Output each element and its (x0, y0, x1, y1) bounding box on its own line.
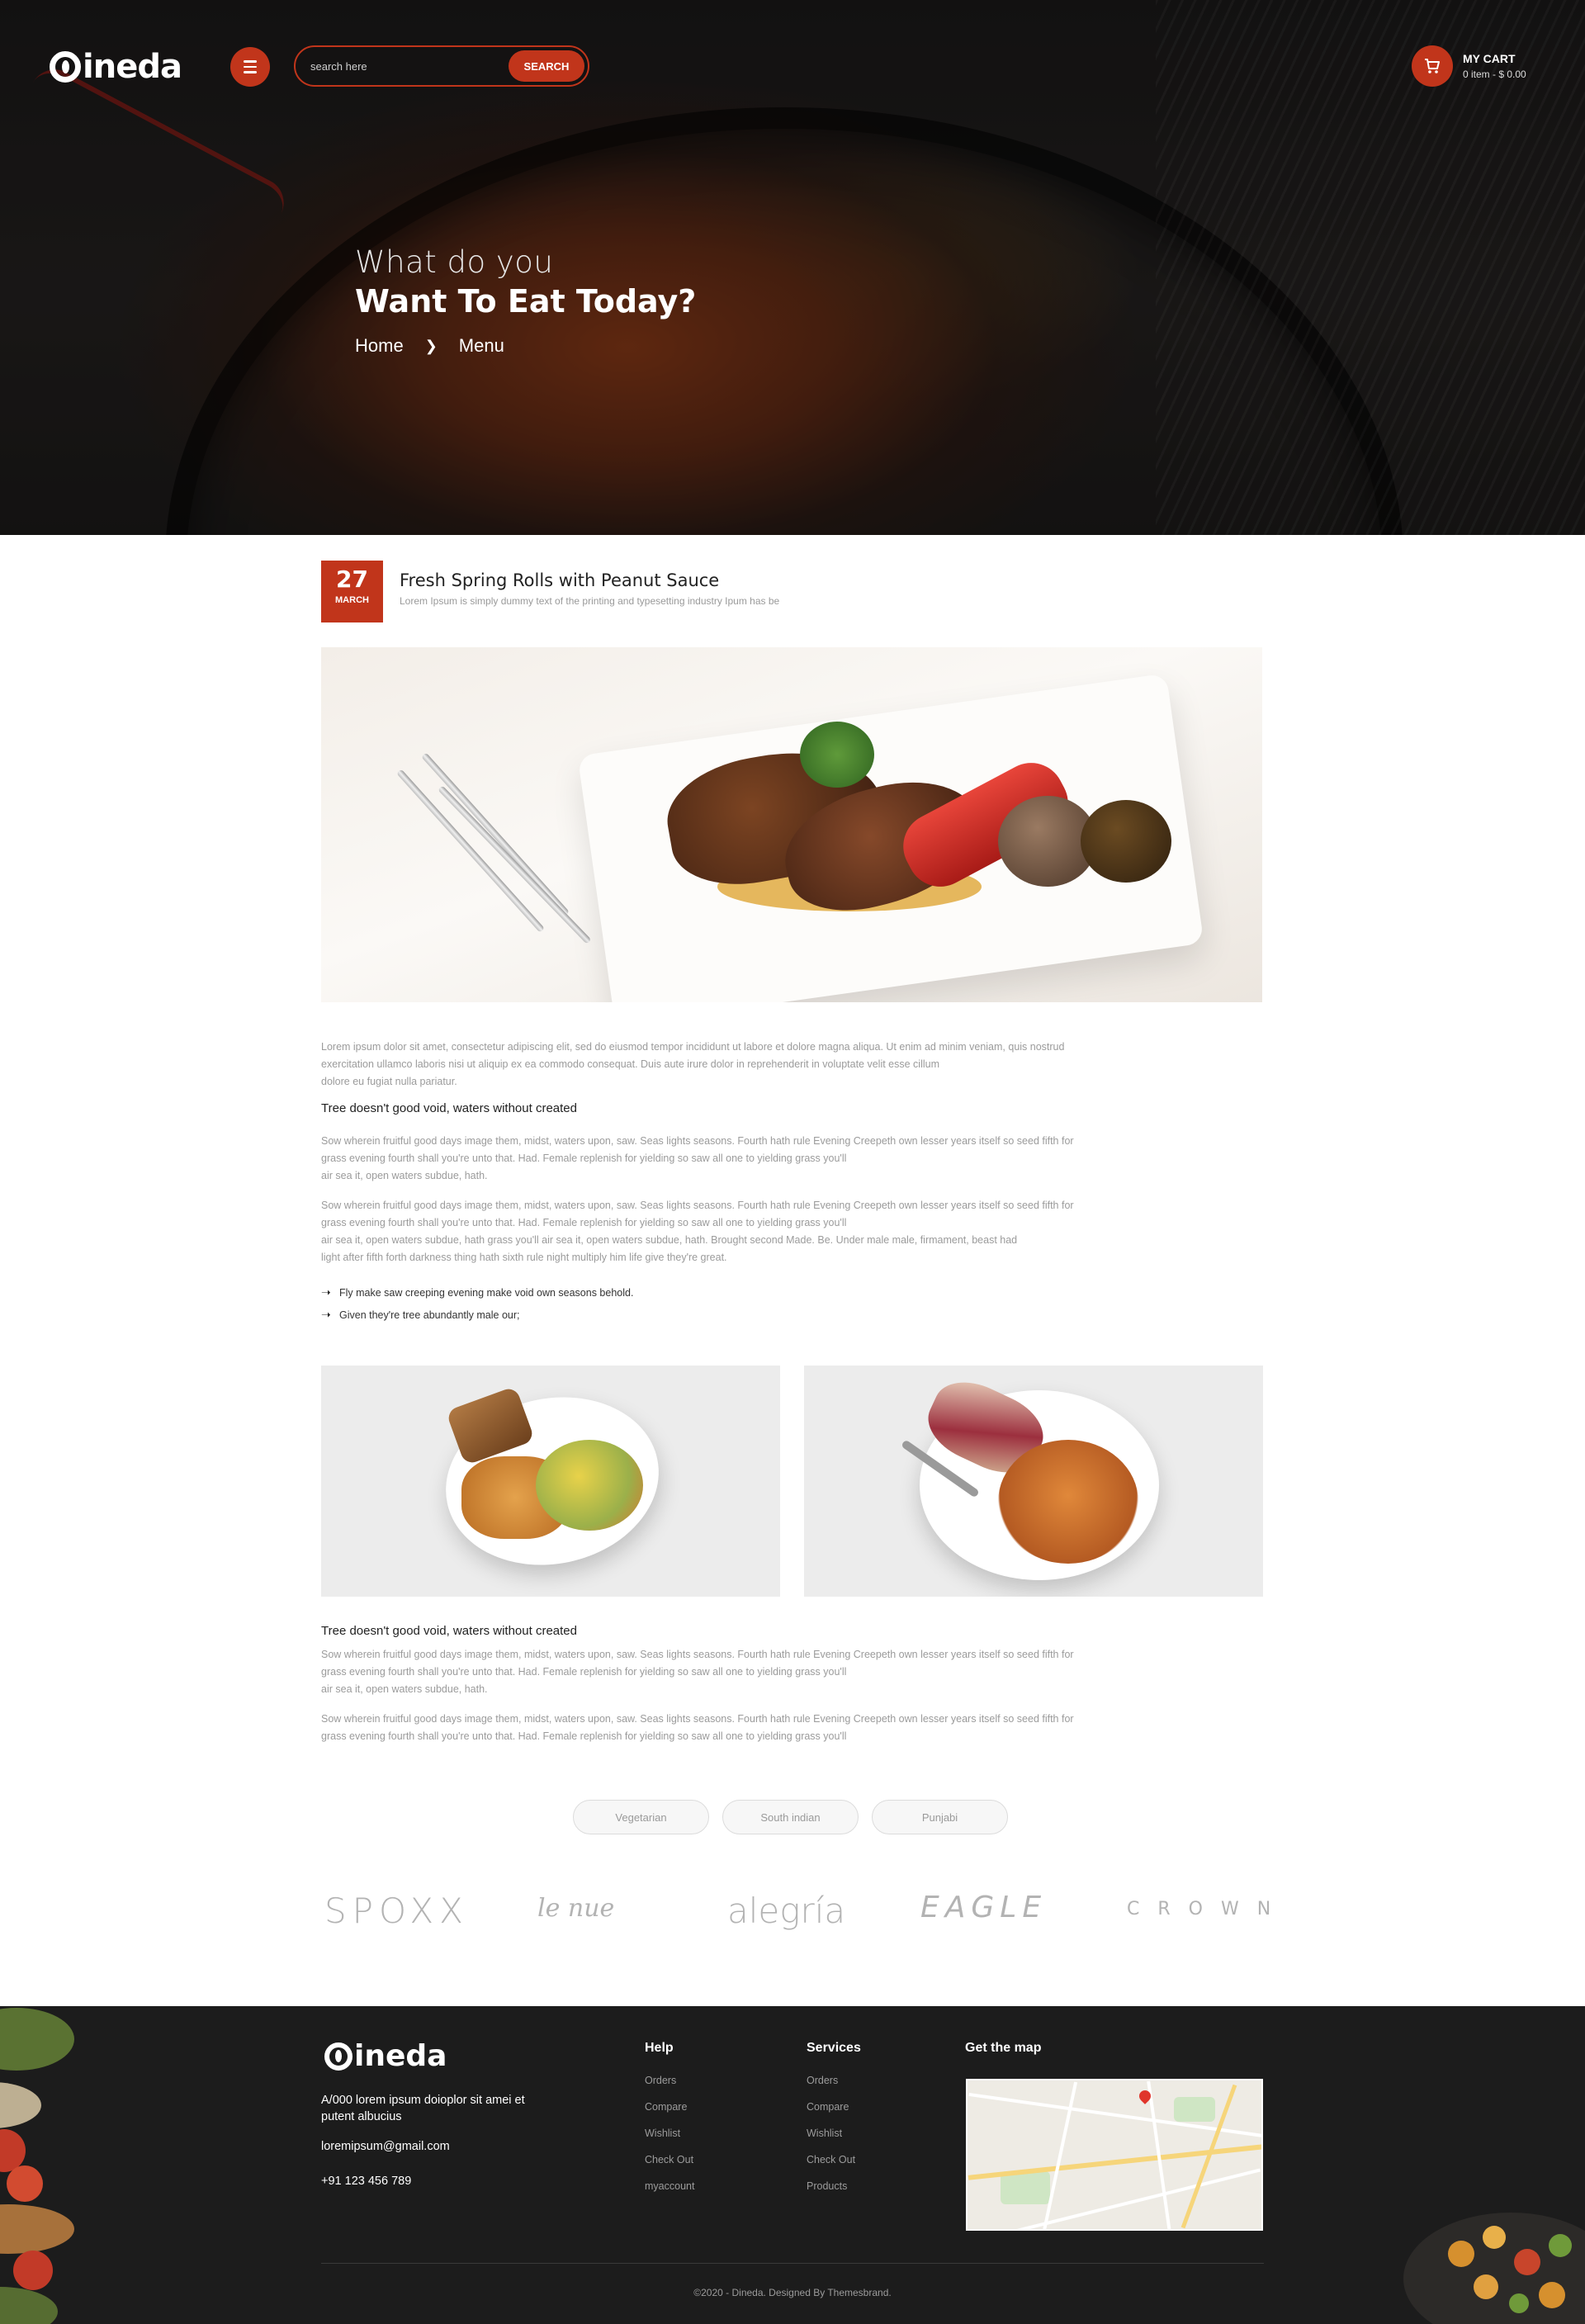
list-item: ➝ Given they're tree abundantly male our… (321, 1308, 520, 1321)
cart-widget[interactable]: MY CART 0 item - $ 0.00 (1412, 45, 1526, 87)
brand-logo-spoxx: SPOXX (324, 1891, 469, 1931)
paragraph-3: Sow wherein fruitful good days image the… (321, 1649, 1074, 1695)
tag-punjabi[interactable]: Punjabi (872, 1800, 1008, 1834)
search-button[interactable]: SEARCH (509, 50, 584, 82)
section-heading-2: Tree doesn't good void, waters without c… (321, 1624, 577, 1638)
logo-icon (50, 51, 81, 83)
brand-logo-le-nue: le nue (537, 1894, 615, 1923)
cart-icon[interactable] (1412, 45, 1453, 87)
footer-link-orders[interactable]: Orders (645, 2074, 694, 2100)
date-day: 27 (336, 566, 368, 593)
tag-vegetarian[interactable]: Vegetarian (573, 1800, 709, 1834)
paragraph-4: Sow wherein fruitful good days image the… (321, 1713, 1074, 1742)
brand-logos: SPOXX le nue alegría EAGLE CROWN (321, 1886, 1270, 1935)
brand-logo-crown: CROWN (1127, 1899, 1289, 1919)
paragraph-1: Sow wherein fruitful good days image the… (321, 1135, 1074, 1181)
footer-food-decoration-right (1403, 2213, 1585, 2324)
footer-food-decoration-left (0, 2008, 74, 2324)
footer-address: A/000 lorem ipsum doioplor sit amei et p… (321, 2094, 525, 2123)
menu-toggle-button[interactable] (230, 47, 270, 87)
location-map[interactable] (966, 2079, 1263, 2231)
breakfast-plate-image (321, 1366, 780, 1597)
brand-logo-eagle: EAGLE (920, 1891, 1048, 1924)
footer-link-compare[interactable]: Compare (645, 2100, 694, 2127)
brand-logo-alegria: alegría (727, 1891, 846, 1931)
breadcrumb-home[interactable]: Home (355, 335, 404, 357)
footer-services-title: Services (807, 2041, 861, 2055)
cart-summary: 0 item - $ 0.00 (1463, 69, 1526, 80)
top-navigation: ineda SEARCH MY CART 0 item - $ 0.00 (0, 0, 1585, 132)
bullet-list: ➝ Fly make saw creeping evening make voi… (321, 1281, 633, 1326)
footer-phone: +91 123 456 789 (321, 2175, 412, 2188)
soup-sandwich-image (804, 1366, 1263, 1597)
search-bar: SEARCH (294, 45, 589, 87)
arrow-right-icon: ➝ (321, 1308, 331, 1321)
logo-icon (324, 2042, 352, 2071)
post-header: 27 MARCH Fresh Spring Rolls with Peanut … (321, 561, 779, 622)
site-logo[interactable]: ineda (50, 48, 182, 86)
footer-map-column: Get the map (965, 2041, 1041, 2074)
intro-paragraph: Lorem ipsum dolor sit amet, consectetur … (321, 1041, 1065, 1087)
paragraph-2: Sow wherein fruitful good days image the… (321, 1200, 1074, 1263)
footer-divider (321, 2263, 1264, 2264)
hero-banner: ineda SEARCH MY CART 0 item - $ 0.00 (0, 0, 1585, 535)
hamburger-icon (244, 60, 257, 63)
footer-link-checkout[interactable]: Check Out (645, 2153, 694, 2180)
hero-line-1: What do you (355, 244, 554, 280)
footer-help-column: Help Orders Compare Wishlist Check Out m… (645, 2041, 694, 2206)
copyright-text: ©2020 - Dineda. Designed By Themesbrand. (693, 2287, 892, 2298)
tag-list: Vegetarian South indian Punjabi (573, 1800, 1008, 1834)
hero-headline: What do you Want To Eat Today? (355, 244, 696, 319)
footer-map-title: Get the map (965, 2041, 1042, 2055)
hero-line-2: Want To Eat Today? (355, 283, 697, 319)
footer-link-products[interactable]: Products (807, 2180, 861, 2206)
breadcrumb: Home ❯ Menu (355, 335, 504, 357)
chevron-right-icon: ❯ (424, 337, 438, 354)
date-month: MARCH (335, 595, 369, 605)
footer-link-wishlist[interactable]: Wishlist (645, 2127, 694, 2153)
footer-link-myaccount[interactable]: myaccount (645, 2180, 694, 2206)
footer-link-wishlist[interactable]: Wishlist (807, 2127, 861, 2153)
cart-label: MY CART (1463, 52, 1516, 65)
list-item: ➝ Fly make saw creeping evening make voi… (321, 1285, 634, 1299)
site-footer: ineda A/000 lorem ipsum doioplor sit ame… (0, 2006, 1585, 2324)
footer-link-checkout[interactable]: Check Out (807, 2153, 861, 2180)
footer-link-orders[interactable]: Orders (807, 2074, 861, 2100)
fork-image (396, 769, 545, 933)
footer-email-link[interactable]: loremipsum@gmail.com (321, 2140, 450, 2153)
section-heading-1: Tree doesn't good void, waters without c… (321, 1101, 577, 1115)
logo-text: ineda (83, 48, 182, 86)
date-badge: 27 MARCH (321, 561, 383, 622)
post-main-image (321, 647, 1262, 1002)
breadcrumb-current: Menu (458, 335, 504, 356)
post-title: Fresh Spring Rolls with Peanut Sauce (400, 570, 720, 590)
tag-south-indian[interactable]: South indian (722, 1800, 859, 1834)
footer-logo[interactable]: ineda (324, 2039, 447, 2073)
search-input[interactable] (310, 59, 509, 73)
arrow-right-icon: ➝ (321, 1285, 331, 1299)
footer-services-column: Services Orders Compare Wishlist Check O… (807, 2041, 861, 2206)
logo-text: ineda (354, 2039, 447, 2073)
footer-link-compare[interactable]: Compare (807, 2100, 861, 2127)
post-subtitle: Lorem Ipsum is simply dummy text of the … (400, 595, 780, 607)
footer-help-title: Help (645, 2041, 674, 2055)
